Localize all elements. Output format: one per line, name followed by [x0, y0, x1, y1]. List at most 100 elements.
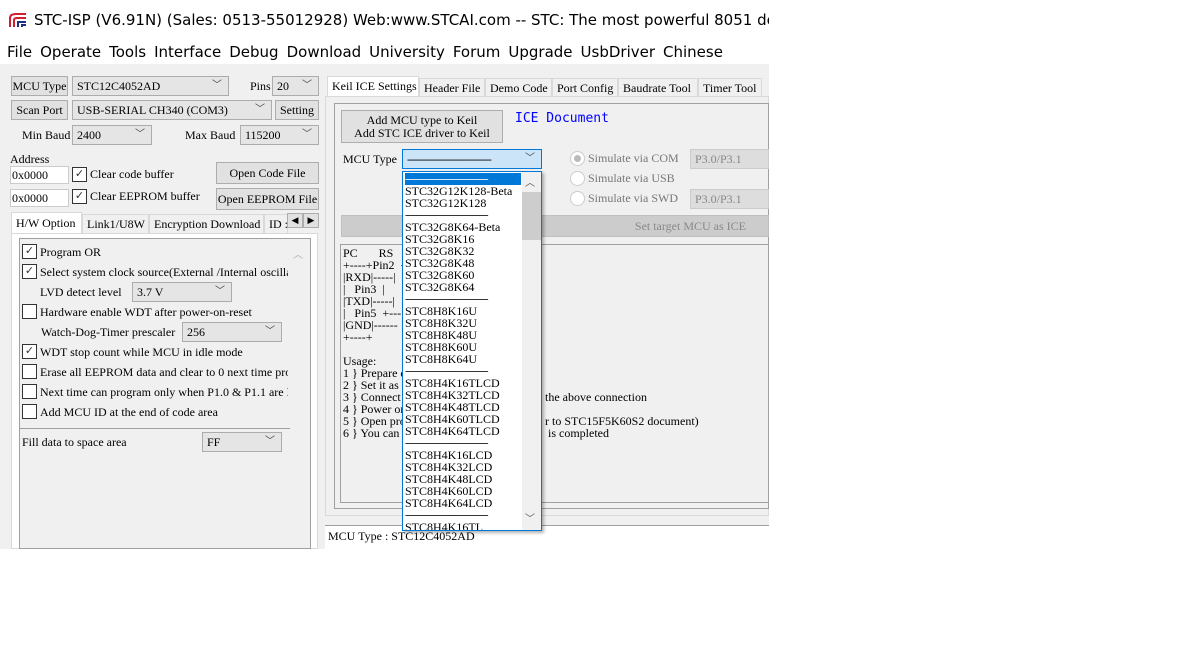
menu-upgrade[interactable]: Upgrade: [507, 40, 579, 64]
dropdown-option[interactable]: STC32G8K64: [405, 281, 521, 293]
dropdown-option[interactable]: STC32G8K16: [405, 233, 521, 245]
menu-interface[interactable]: Interface: [153, 40, 228, 64]
console-line: +----+: [343, 330, 373, 344]
add-to-keil-button[interactable]: Add MCU type to Keil Add STC ICE driver t…: [341, 110, 503, 143]
dropdown-option[interactable]: STC32G8K48: [405, 257, 521, 269]
swd-port-select[interactable]: P3.0/P3.1: [690, 189, 769, 209]
tab-baudrate-tool[interactable]: Baudrate Tool: [618, 78, 698, 98]
option-checkbox[interactable]: ✓: [22, 244, 37, 259]
port-select[interactable]: USB-SERIAL CH340 (COM3) ﹀: [72, 100, 272, 120]
dropdown-option[interactable]: STC8H4K16LCD: [405, 449, 521, 461]
dropdown-separator[interactable]: -------------------------------: [405, 509, 521, 521]
menu-file[interactable]: File: [6, 40, 39, 64]
console-line: is completed: [545, 426, 609, 440]
min-baud-label: Min Baud: [22, 128, 71, 142]
dropdown-option[interactable]: STC8H4K32LCD: [405, 461, 521, 473]
dropdown-separator[interactable]: -------------------------------: [405, 209, 521, 221]
lvd-select[interactable]: 3.7 V ﹀: [132, 282, 232, 302]
scan-port-button[interactable]: Scan Port: [11, 100, 68, 120]
dropdown-option[interactable]: STC8H4K60TLCD: [405, 413, 521, 425]
dropdown-option[interactable]: STC8H8K60U: [405, 341, 521, 353]
option-checkbox[interactable]: [22, 364, 37, 379]
dropdown-option[interactable]: STC8H4K16TL: [405, 521, 521, 530]
dropdown-option[interactable]: STC8H8K48U: [405, 329, 521, 341]
menu-university[interactable]: University: [368, 40, 452, 64]
option-checkbox[interactable]: [22, 304, 37, 319]
fill-data-select[interactable]: FF ﹀: [202, 432, 282, 452]
ice-mcu-type-select[interactable]: ---------------------------- ﹀: [402, 149, 542, 169]
scroll-up-icon[interactable]: ︿: [293, 246, 303, 261]
min-baud-select[interactable]: 2400 ﹀: [72, 125, 152, 145]
com-port-select[interactable]: P3.0/P3.1: [690, 149, 769, 169]
dropdown-separator[interactable]: -------------------------------: [405, 293, 521, 305]
dropdown-separator[interactable]: -------------------------------: [405, 365, 521, 377]
tab-timer-tool[interactable]: Timer Tool: [698, 78, 762, 98]
dropdown-option[interactable]: STC8H4K16TLCD: [405, 377, 521, 389]
dropdown-option[interactable]: STC32G12K128: [405, 197, 521, 209]
open-eeprom-file-button[interactable]: Open EEPROM File: [216, 188, 319, 210]
option-checkbox[interactable]: ✓: [22, 344, 37, 359]
tab-demo-code[interactable]: Demo Code: [485, 78, 552, 98]
menu-operate[interactable]: Operate: [39, 40, 108, 64]
tab-header-file[interactable]: Header File: [419, 78, 485, 98]
option-checkbox[interactable]: ✓: [22, 264, 37, 279]
menu-download[interactable]: Download: [286, 40, 369, 64]
tab-scroll-right-button[interactable]: ▶: [303, 213, 319, 228]
dropdown-option[interactable]: STC8H4K48LCD: [405, 473, 521, 485]
tab-encryption-download[interactable]: Encryption Download: [149, 214, 264, 234]
dropdown-option[interactable]: STC8H4K64TLCD: [405, 425, 521, 437]
dropdown-option[interactable]: STC8H4K64LCD: [405, 497, 521, 509]
mcu-type-button[interactable]: MCU Type: [11, 76, 68, 96]
tab-port-config[interactable]: Port Config: [552, 78, 618, 98]
tab-id[interactable]: ID :: [264, 214, 288, 234]
clear-eeprom-checkbox[interactable]: ✓: [72, 189, 87, 204]
max-baud-select[interactable]: 115200 ﹀: [240, 125, 319, 145]
dropdown-option[interactable]: STC32G12K128-Beta: [405, 185, 521, 197]
code-address-input[interactable]: 0x0000: [10, 166, 69, 184]
option-checkbox[interactable]: [22, 404, 37, 419]
dropdown-option[interactable]: STC8H4K48TLCD: [405, 401, 521, 413]
address-label: Address: [10, 152, 50, 166]
wdt-prescaler-select[interactable]: 256 ﹀: [182, 322, 282, 342]
dropdown-option[interactable]: STC8H8K32U: [405, 317, 521, 329]
min-baud-value: 2400: [77, 128, 101, 142]
option-checkbox[interactable]: [22, 384, 37, 399]
dropdown-option[interactable]: STC8H4K32TLCD: [405, 389, 521, 401]
menu-chinese[interactable]: Chinese: [662, 40, 730, 64]
ice-document-link[interactable]: ICE Document: [515, 111, 609, 126]
dropdown-option[interactable]: STC32G8K60: [405, 269, 521, 281]
tab-keil-ice-settings[interactable]: Keil ICE Settings: [327, 76, 419, 97]
menu-tools[interactable]: Tools: [108, 40, 153, 64]
menu-forum[interactable]: Forum: [452, 40, 508, 64]
simulate-usb-radio[interactable]: [570, 171, 585, 186]
dropdown-option[interactable]: STC32G8K64-Beta: [405, 221, 521, 233]
tab-link1-u8w[interactable]: Link1/U8W: [82, 214, 149, 234]
scroll-up-icon[interactable]: ︿: [525, 174, 535, 189]
dropdown-option[interactable]: STC8H8K64U: [405, 353, 521, 365]
dropdown-option[interactable]: STC32G8K32: [405, 245, 521, 257]
mcu-type-dropdown-list[interactable]: ︿ ﹀ ------------------------------- STC32…: [402, 171, 542, 531]
simulate-com-radio[interactable]: [570, 151, 585, 166]
dropdown-separator[interactable]: -------------------------------: [405, 437, 521, 449]
menu-debug[interactable]: Debug: [228, 40, 285, 64]
open-code-file-button[interactable]: Open Code File: [216, 162, 319, 184]
tab-scroll-left-button[interactable]: ◀: [287, 213, 303, 228]
dropdown-scroll-thumb[interactable]: [522, 192, 541, 240]
setting-button[interactable]: Setting: [275, 100, 319, 120]
tab-hw-option[interactable]: H/W Option: [11, 212, 82, 234]
dropdown-option[interactable]: STC8H4K60LCD: [405, 485, 521, 497]
menu-usbdriver[interactable]: UsbDriver: [580, 40, 662, 64]
eeprom-address-input[interactable]: 0x0000: [10, 189, 69, 207]
pins-select[interactable]: 20 ﹀: [272, 76, 319, 96]
dropdown-separator[interactable]: -------------------------------: [405, 173, 521, 185]
clear-code-checkbox[interactable]: ✓: [72, 167, 87, 182]
chevron-down-icon: ﹀: [135, 129, 145, 140]
scroll-down-icon[interactable]: ﹀: [525, 510, 535, 525]
dropdown-option[interactable]: STC8H8K16U: [405, 305, 521, 317]
mcu-type-select[interactable]: STC12C4052AD ﹀: [72, 76, 229, 96]
simulate-swd-radio[interactable]: [570, 191, 585, 206]
